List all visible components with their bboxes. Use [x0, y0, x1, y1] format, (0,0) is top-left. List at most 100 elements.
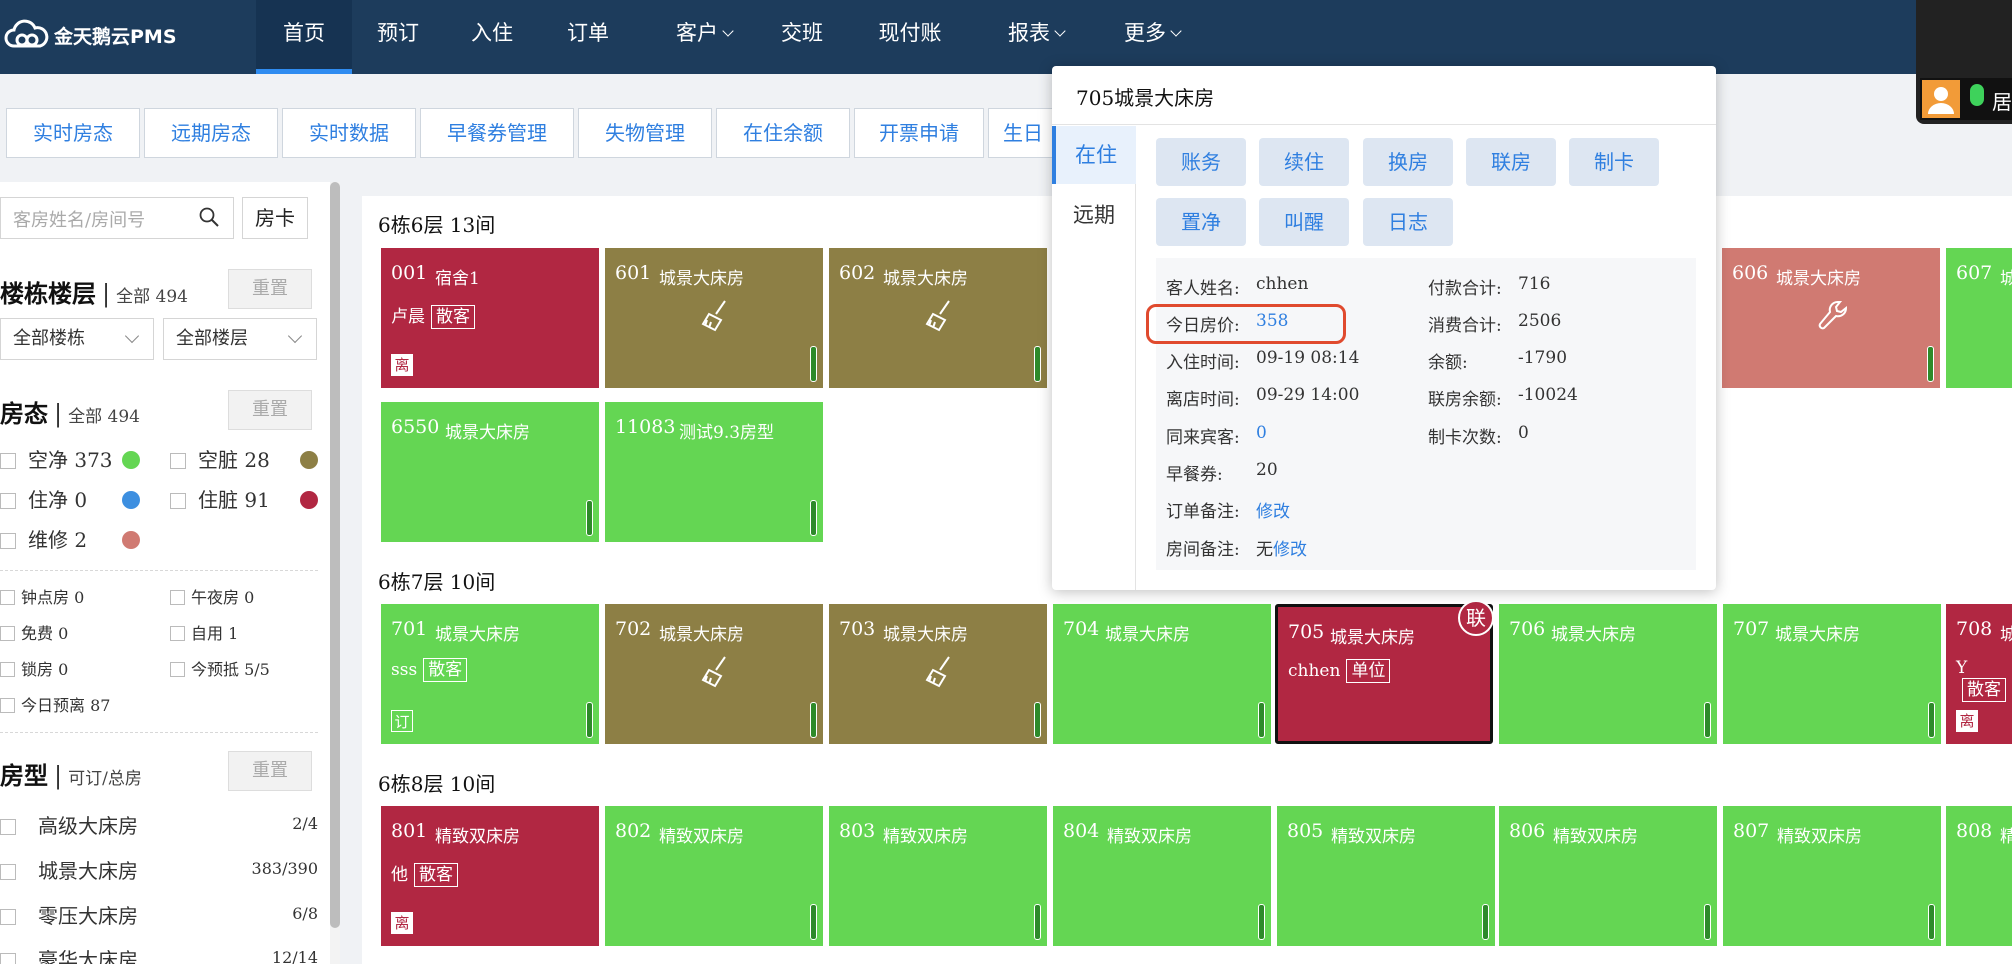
roomtype-item[interactable]: 城景大床房 383/390: [0, 855, 320, 885]
flag-midnight[interactable]: 午夜房 0: [170, 587, 254, 609]
room-tile[interactable]: 607 城: [1946, 248, 2012, 388]
room-tile[interactable]: 805 精致双床房: [1277, 806, 1495, 946]
checkbox[interactable]: [170, 493, 186, 509]
microphone-icon[interactable]: [1970, 84, 1984, 106]
checkbox[interactable]: [0, 953, 16, 964]
checkbox[interactable]: [0, 533, 16, 549]
checkbox[interactable]: [0, 662, 15, 677]
room-card-button[interactable]: 房卡: [242, 197, 308, 239]
tab-invoice-request[interactable]: 开票申请: [854, 108, 984, 158]
billing-button[interactable]: 账务: [1156, 138, 1246, 186]
room-tile[interactable]: 601 城景大床房: [605, 248, 823, 388]
tab-birthday[interactable]: 生日: [988, 108, 1058, 158]
flag-locked[interactable]: 锁房 0: [0, 659, 68, 681]
room-tile[interactable]: 11083 测试9.3房型: [605, 402, 823, 542]
change-room-button[interactable]: 换房: [1363, 138, 1453, 186]
room-tile[interactable]: 702 城景大床房: [605, 604, 823, 744]
checkbox[interactable]: [0, 453, 16, 469]
tab-in-house[interactable]: 在住: [1052, 126, 1136, 184]
roomtype-reset-button[interactable]: 重置: [228, 751, 312, 791]
nav-customers[interactable]: 客户: [652, 0, 756, 74]
video-call-widget[interactable]: 居: [1916, 0, 2012, 124]
tab-realtime-data[interactable]: 实时数据: [282, 108, 416, 158]
room-tile[interactable]: 602 城景大床房: [829, 248, 1047, 388]
room-tile[interactable]: 701 城景大床房 sss 散客 订: [381, 604, 599, 744]
nav-checkin[interactable]: 入住: [450, 0, 534, 74]
flag-hourly[interactable]: 钟点房 0: [0, 587, 84, 609]
set-clean-button[interactable]: 置净: [1156, 198, 1246, 246]
guest-room-search-input[interactable]: 客房姓名/房间号: [0, 197, 234, 239]
room-tile[interactable]: 001 宿舍1 卢晨 散客 离: [381, 248, 599, 388]
checkbox[interactable]: [0, 590, 15, 605]
room-tile[interactable]: 707 城景大床房: [1723, 604, 1941, 744]
flag-self-use[interactable]: 自用 1: [170, 623, 238, 645]
companions-link[interactable]: 0: [1256, 423, 1267, 443]
building-reset-button[interactable]: 重置: [228, 269, 312, 309]
checkbox[interactable]: [0, 909, 16, 925]
roomtype-item[interactable]: 高级大床房 2/4: [0, 810, 320, 840]
checkbox[interactable]: [0, 819, 16, 835]
checkbox[interactable]: [0, 626, 15, 641]
tab-inhouse-balance[interactable]: 在住余额: [716, 108, 850, 158]
nav-home[interactable]: 首页: [256, 0, 352, 74]
room-tile[interactable]: 804 精致双床房: [1053, 806, 1271, 946]
checkbox[interactable]: [170, 453, 186, 469]
status-reset-button[interactable]: 重置: [228, 390, 312, 430]
status-occupied-dirty[interactable]: 住脏 91: [170, 488, 270, 512]
room-tile[interactable]: 606 城景大床房: [1722, 248, 1940, 388]
nav-reports[interactable]: 报表: [984, 0, 1088, 74]
link-room-button[interactable]: 联房: [1466, 138, 1556, 186]
room-tile[interactable]: 802 精致双床房: [605, 806, 823, 946]
app-logo[interactable]: 金天鹅云PMS: [4, 18, 177, 52]
status-vacant-clean[interactable]: 空净 373: [0, 448, 113, 472]
checkbox[interactable]: [0, 864, 16, 880]
nav-shift[interactable]: 交班: [760, 0, 844, 74]
flag-free[interactable]: 免费 0: [0, 623, 68, 645]
building-select[interactable]: 全部楼栋: [0, 318, 154, 360]
room-tile[interactable]: 808 精: [1946, 806, 2012, 946]
room-tile[interactable]: 703 城景大床房: [829, 604, 1047, 744]
room-tile[interactable]: 6550 城景大床房: [381, 402, 599, 542]
scrollbar-thumb[interactable]: [330, 182, 340, 928]
room-tile[interactable]: 803 精致双床房: [829, 806, 1047, 946]
room-tile[interactable]: 807 精致双床房: [1723, 806, 1941, 946]
flag-arrival-today[interactable]: 今预抵 5/5: [170, 659, 270, 681]
roomtype-item[interactable]: 零压大床房 6/8: [0, 900, 320, 930]
log-button[interactable]: 日志: [1363, 198, 1453, 246]
roomtype-item[interactable]: 豪华大床房 12/14: [0, 944, 320, 964]
nav-more[interactable]: 更多: [1100, 0, 1204, 74]
room-tile[interactable]: 704 城景大床房: [1053, 604, 1271, 744]
checkbox[interactable]: [0, 698, 15, 713]
room-tile[interactable]: 706 城景大床房: [1499, 604, 1717, 744]
search-icon[interactable]: [199, 207, 219, 227]
checkbox[interactable]: [170, 626, 185, 641]
nav-booking[interactable]: 预订: [356, 0, 440, 74]
nav-orders[interactable]: 订单: [546, 0, 630, 74]
info-label: 制卡次数:: [1428, 428, 1502, 448]
tab-lost-found[interactable]: 失物管理: [578, 108, 712, 158]
flag-departure-today[interactable]: 今日预离 87: [0, 695, 110, 717]
wake-up-call-button[interactable]: 叫醒: [1259, 198, 1349, 246]
room-tile[interactable]: 708 城 Y散客 离: [1946, 604, 2012, 744]
tab-realtime-status[interactable]: 实时房态: [6, 108, 140, 158]
remark-text: 无: [1256, 540, 1273, 560]
tab-future-status[interactable]: 远期房态: [144, 108, 278, 158]
edit-room-remark-link[interactable]: 修改: [1273, 540, 1307, 560]
checkbox[interactable]: [170, 662, 185, 677]
checkbox[interactable]: [170, 590, 185, 605]
user-avatar-icon[interactable]: [1922, 80, 1960, 118]
tab-breakfast-coupons[interactable]: 早餐券管理: [420, 108, 574, 158]
status-occupied-clean[interactable]: 住净 0: [0, 488, 87, 512]
edit-order-remark-link[interactable]: 修改: [1256, 497, 1290, 522]
room-tile[interactable]: 801 精致双床房 他散客 离: [381, 806, 599, 946]
floor-select[interactable]: 全部楼层: [163, 318, 317, 360]
tab-future[interactable]: 远期: [1052, 186, 1136, 244]
room-tile[interactable]: 806 精致双床房: [1499, 806, 1717, 946]
make-card-button[interactable]: 制卡: [1569, 138, 1659, 186]
extend-stay-button[interactable]: 续住: [1259, 138, 1349, 186]
info-value: 无修改: [1256, 535, 1307, 560]
status-vacant-dirty[interactable]: 空脏 28: [170, 448, 270, 472]
checkbox[interactable]: [0, 493, 16, 509]
nav-cash-account[interactable]: 现付账: [862, 0, 958, 74]
status-maintenance[interactable]: 维修 2: [0, 528, 87, 552]
